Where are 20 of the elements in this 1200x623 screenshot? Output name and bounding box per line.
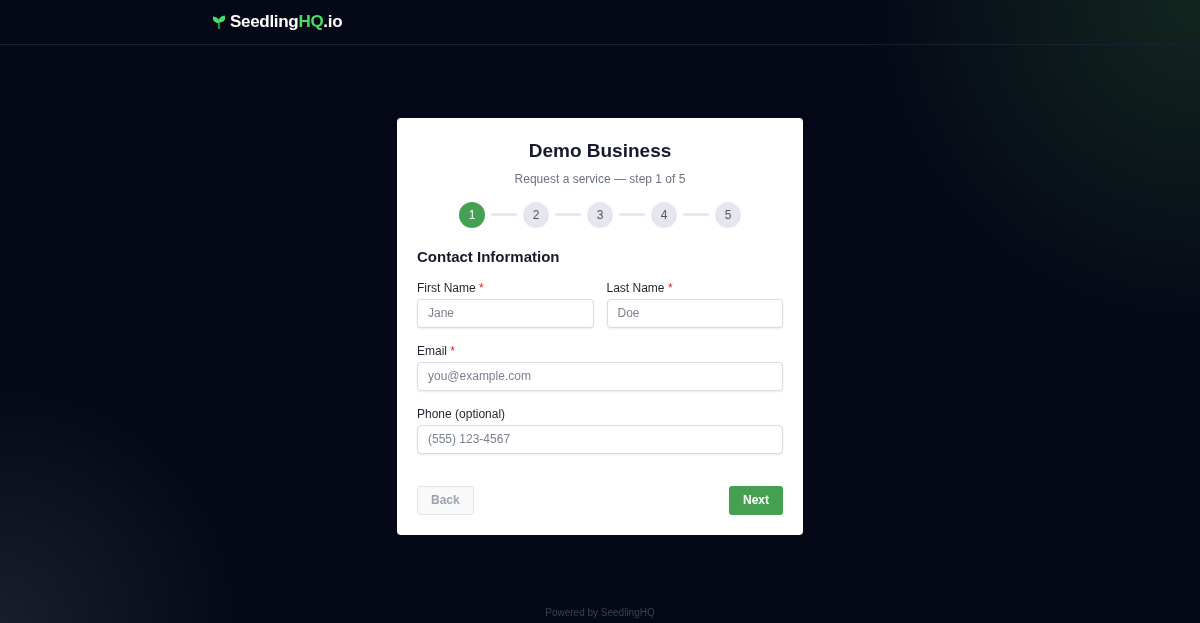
sprout-icon: [213, 15, 225, 29]
step-indicator: 3: [587, 201, 613, 228]
section-title: Contact Information: [417, 247, 561, 265]
step-indicator: 5: [715, 201, 741, 228]
input-field[interactable]: Doe: [606, 298, 783, 328]
business-title: Demo Business: [527, 139, 673, 162]
input-field[interactable]: Jane: [417, 298, 594, 328]
footer-text: Powered by SeedlingHQ: [545, 607, 655, 618]
step-indicator: 2: [523, 201, 549, 228]
field-label: Last Name *: [606, 280, 674, 295]
step-indicator: 4: [651, 201, 677, 228]
input-field[interactable]: you@example.com: [417, 361, 783, 391]
next-button[interactable]: Next: [729, 485, 783, 515]
field-label: First Name *: [417, 280, 485, 295]
input-field[interactable]: (555) 123-4567: [417, 424, 783, 454]
logo[interactable]: SeedlingHQ.io: [230, 12, 343, 32]
field-label: Phone (optional): [417, 406, 507, 421]
field-label: Email *: [417, 343, 457, 358]
step-subtitle: Request a service — step 1 of 5: [513, 171, 687, 186]
step-indicator: 1: [459, 201, 485, 228]
